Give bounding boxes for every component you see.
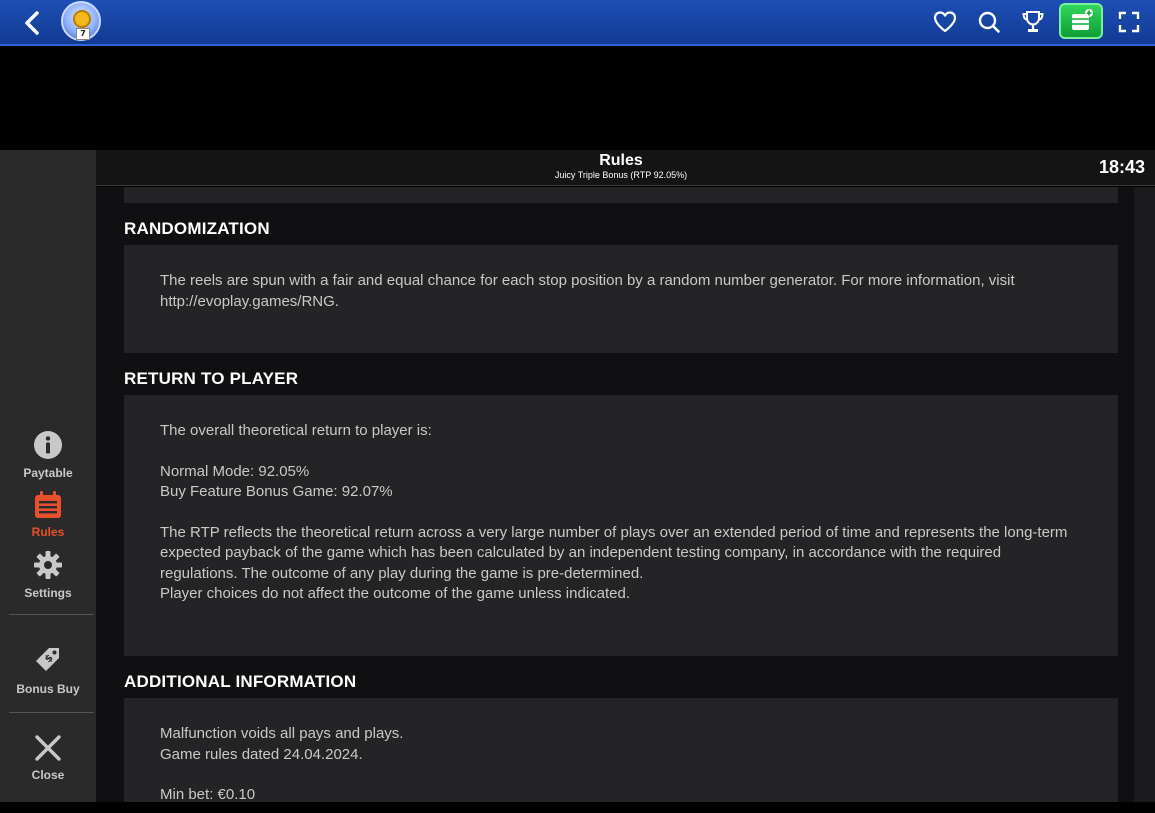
sidebar-item-label: Close bbox=[31, 768, 65, 782]
section-title-additional: ADDITIONAL INFORMATION bbox=[124, 672, 357, 691]
heart-icon bbox=[933, 11, 957, 33]
section-title-randomization: RANDOMIZATION bbox=[124, 219, 270, 238]
sidebar-item-label: Settings bbox=[24, 586, 72, 600]
gear-icon bbox=[34, 551, 62, 579]
info-icon bbox=[34, 431, 62, 459]
avatar-level-badge: 7 bbox=[76, 28, 90, 40]
section-title-rtp: RETURN TO PLAYER bbox=[124, 369, 299, 388]
close-icon bbox=[35, 735, 61, 761]
coin-icon bbox=[73, 10, 91, 28]
rules-dated-text: Game rules dated 24.04.2024. bbox=[160, 745, 363, 763]
rtp-paragraph: The RTP reflects the theoretical return … bbox=[160, 523, 1068, 582]
bottom-edge bbox=[0, 802, 1155, 813]
search-icon bbox=[978, 11, 1000, 33]
sidebar-divider bbox=[9, 614, 94, 615]
rtp-player-choices: Player choices do not affect the outcome… bbox=[160, 585, 631, 602]
sidebar-divider bbox=[9, 712, 94, 713]
search-button[interactable] bbox=[975, 8, 1003, 36]
favorite-button[interactable] bbox=[931, 8, 959, 36]
sidebar-item-label: Rules bbox=[31, 525, 65, 539]
rtp-intro: The overall theoretical return to player… bbox=[160, 422, 432, 439]
sidebar: Paytable Rules Settings $ Bonus Buy Clos… bbox=[0, 150, 96, 802]
top-bar: 7 bbox=[0, 0, 1155, 46]
black-band bbox=[0, 48, 1155, 150]
price-tag-icon: $ bbox=[36, 648, 59, 671]
section-box-rtp: The overall theoretical return to player… bbox=[124, 395, 1118, 656]
sidebar-item-bonus-buy[interactable]: $ Bonus Buy bbox=[0, 644, 96, 696]
malfunction-text: Malfunction voids all pays and plays. bbox=[160, 725, 404, 742]
sidebar-item-close[interactable]: Close bbox=[0, 734, 96, 782]
rules-content[interactable]: RANDOMIZATION The reels are spun with a … bbox=[96, 187, 1134, 802]
trophy-button[interactable] bbox=[1019, 8, 1047, 36]
rules-header: Rules Juicy Triple Bonus (RTP 92.05%) 18… bbox=[96, 150, 1155, 186]
sidebar-item-settings[interactable]: Settings bbox=[0, 550, 96, 600]
calendar-icon bbox=[35, 491, 61, 518]
back-icon bbox=[25, 11, 39, 35]
rtp-buy-feature: Buy Feature Bonus Game: 92.07% bbox=[160, 483, 393, 500]
sidebar-item-rules[interactable]: Rules bbox=[0, 491, 96, 539]
trophy-icon bbox=[1022, 11, 1044, 32]
cashier-button[interactable] bbox=[1059, 3, 1103, 39]
avatar[interactable]: 7 bbox=[61, 1, 101, 41]
sidebar-item-label: Paytable bbox=[23, 466, 73, 480]
game-subtitle: Juicy Triple Bonus (RTP 92.05%) bbox=[554, 170, 688, 180]
fullscreen-icon bbox=[1118, 11, 1140, 33]
section-box-additional: Malfunction voids all pays and plays. Ga… bbox=[124, 698, 1118, 802]
fullscreen-button[interactable] bbox=[1115, 8, 1143, 36]
back-button[interactable] bbox=[18, 8, 48, 38]
min-bet-text: Min bet: €0.10 bbox=[160, 786, 256, 802]
clock: 18:43 bbox=[1098, 157, 1145, 177]
rtp-normal-mode: Normal Mode: 92.05% bbox=[160, 462, 310, 480]
section-box-randomization: The reels are spun with a fair and equal… bbox=[124, 245, 1118, 353]
page-title: Rules bbox=[599, 152, 643, 169]
sidebar-item-label: Bonus Buy bbox=[16, 682, 80, 696]
sidebar-item-paytable[interactable]: Paytable bbox=[0, 430, 96, 480]
randomization-text: The reels are spun with a fair and equal… bbox=[160, 272, 1015, 310]
previous-section-box bbox=[124, 187, 1118, 203]
scrollbar-track[interactable] bbox=[1134, 187, 1155, 802]
cash-icon bbox=[1072, 9, 1093, 30]
